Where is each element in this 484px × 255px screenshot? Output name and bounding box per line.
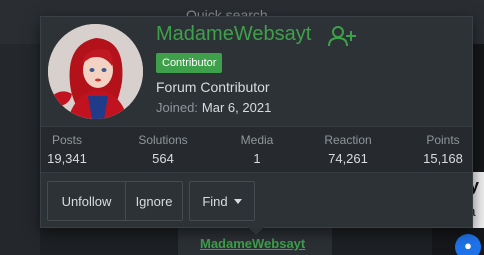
- member-tooltip-card: MadameWebsayt Contributor Forum Contribu…: [40, 16, 473, 228]
- tooltip-arrow: [248, 227, 264, 235]
- avatar-image: [48, 24, 143, 119]
- stat-value: 74,261: [328, 151, 368, 166]
- stat-label: Solutions: [138, 133, 188, 147]
- map-pin-icon[interactable]: ●: [455, 234, 481, 255]
- stat-solutions[interactable]: Solutions 564: [123, 133, 203, 166]
- member-stats-bar: Posts 19,341 Solutions 564 Media 1 React…: [41, 126, 472, 173]
- follow-ignore-group: Unfollow Ignore: [47, 181, 183, 221]
- stat-label: Media: [240, 133, 274, 147]
- stat-points[interactable]: Points 15,168: [403, 133, 483, 166]
- poster-username-link[interactable]: MadameWebsayt: [200, 236, 305, 251]
- stat-value: 1: [253, 151, 261, 166]
- find-button[interactable]: Find: [190, 182, 254, 220]
- stat-value: 564: [152, 151, 174, 166]
- find-label: Find: [202, 193, 228, 209]
- joined-info: Joined: Mar 6, 2021: [156, 100, 271, 115]
- ignore-button[interactable]: Ignore: [125, 182, 182, 220]
- user-avatar[interactable]: [48, 24, 143, 119]
- stat-media[interactable]: Media 1: [217, 133, 297, 166]
- stat-reaction[interactable]: Reaction 74,261: [308, 133, 388, 166]
- stat-label: Reaction: [324, 133, 372, 147]
- unfollow-button[interactable]: Unfollow: [48, 182, 125, 220]
- stat-value: 19,341: [47, 151, 87, 166]
- user-title: Forum Contributor: [156, 79, 270, 95]
- caret-down-icon: [233, 198, 242, 204]
- stat-label: Posts: [51, 133, 82, 147]
- joined-label: Joined:: [156, 100, 198, 115]
- joined-date: Mar 6, 2021: [201, 100, 272, 115]
- member-username[interactable]: MadameWebsayt: [156, 23, 311, 46]
- user-plus-icon[interactable]: [328, 25, 356, 47]
- stat-value: 15,168: [423, 151, 463, 166]
- stat-posts[interactable]: Posts 19,341: [27, 133, 107, 166]
- find-group: Find: [189, 181, 255, 221]
- user-banner-badge: Contributor: [156, 53, 223, 73]
- stat-label: Points: [426, 133, 460, 147]
